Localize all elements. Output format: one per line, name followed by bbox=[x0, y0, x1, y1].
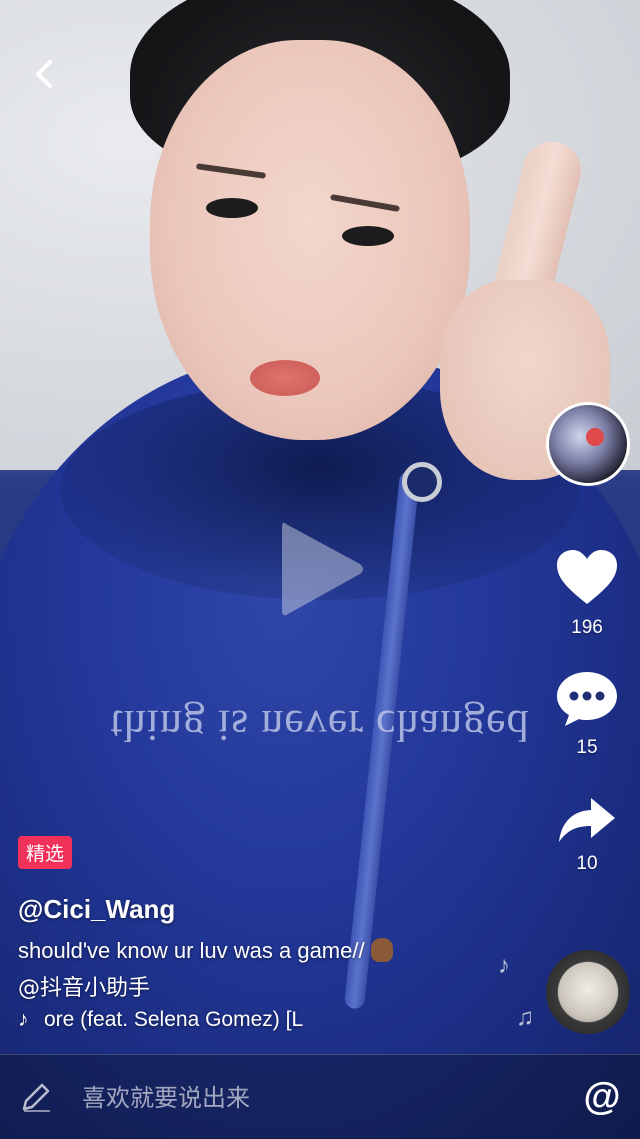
comment-bubble-icon bbox=[557, 672, 617, 726]
chevron-left-icon bbox=[36, 60, 52, 88]
post-caption: should've know ur luv was a game// bbox=[18, 938, 393, 964]
video-eye bbox=[206, 198, 258, 218]
floating-note-icon: ♪ bbox=[498, 952, 510, 979]
music-title: ore (feat. Selena Gomez) [L bbox=[44, 1008, 304, 1031]
comment-bar: @ bbox=[0, 1054, 640, 1139]
floating-note-icon: ♫ bbox=[516, 1004, 534, 1031]
pencil-icon bbox=[22, 1083, 50, 1112]
video-mouth bbox=[250, 360, 320, 396]
author-avatar-button[interactable] bbox=[546, 402, 630, 486]
avatar bbox=[546, 402, 630, 486]
avatar-sticker bbox=[586, 428, 604, 446]
music-cover bbox=[558, 962, 618, 1022]
video-eye bbox=[342, 226, 394, 246]
raised-hand-emoji-icon bbox=[370, 938, 393, 962]
like-count: 196 bbox=[571, 617, 603, 638]
mention-link[interactable]: @抖音小助手 bbox=[18, 970, 150, 1002]
video-grommet bbox=[402, 462, 442, 502]
share-arrow-icon bbox=[559, 798, 615, 842]
back-button[interactable] bbox=[26, 54, 66, 94]
caption-text: should've know ur luv was a game// bbox=[18, 938, 365, 963]
like-button[interactable]: 196 bbox=[542, 548, 632, 639]
music-note-icon: ♪ bbox=[18, 1008, 29, 1031]
play-button[interactable] bbox=[272, 514, 372, 624]
comment-button[interactable]: 15 bbox=[542, 670, 632, 759]
share-button[interactable]: 10 bbox=[542, 796, 632, 875]
comment-input[interactable] bbox=[80, 1081, 504, 1115]
play-icon bbox=[282, 522, 363, 616]
comment-count: 15 bbox=[576, 737, 598, 758]
share-count: 10 bbox=[576, 853, 598, 874]
music-marquee[interactable]: ♪ ore (feat. Selena Gomez) [L bbox=[18, 1008, 348, 1036]
music-disc-button[interactable] bbox=[546, 950, 630, 1034]
video-shirt-text: thing is never changed bbox=[110, 701, 530, 750]
author-username[interactable]: @Cici_Wang bbox=[18, 894, 175, 925]
heart-icon bbox=[557, 550, 617, 604]
featured-badge: 精选 bbox=[18, 836, 73, 869]
mention-at-icon[interactable]: @ bbox=[578, 1073, 626, 1121]
